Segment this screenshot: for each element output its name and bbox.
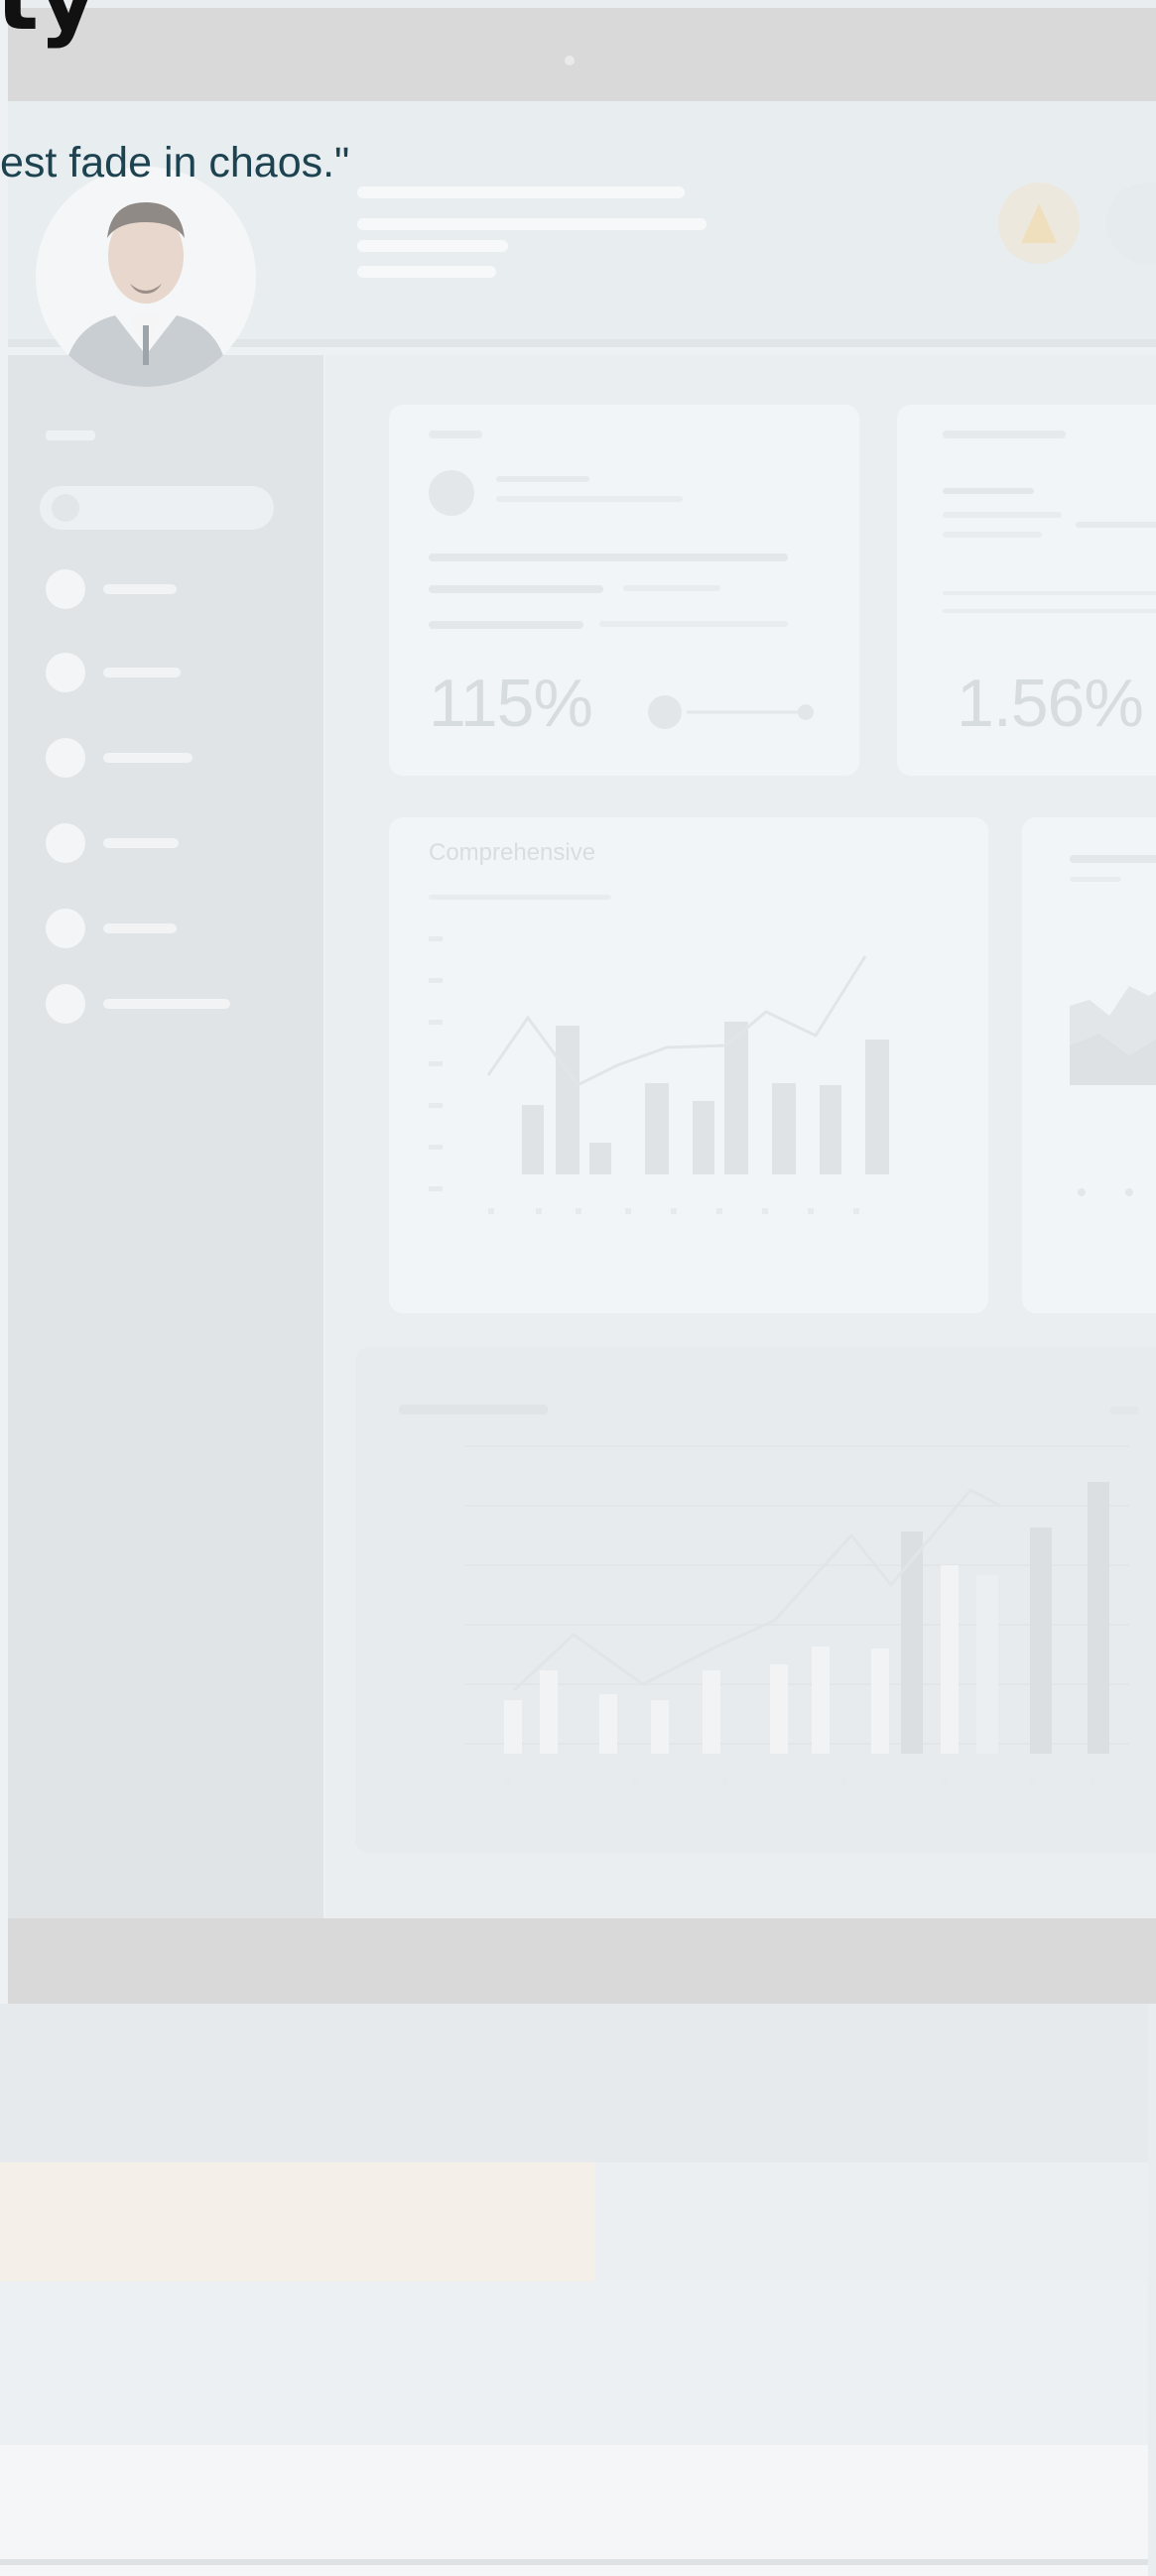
chart-bar (941, 1565, 959, 1754)
dashboard-content: 115% 1.56% Comprehensive (325, 355, 1156, 1918)
chart-card-title: Comprehensive (429, 839, 596, 866)
person-portrait-icon (65, 202, 226, 387)
chart-bar (901, 1532, 923, 1754)
area-chart-card[interactable] (1022, 817, 1156, 1313)
chart-line (486, 955, 867, 1087)
sidebar-item-dashboard[interactable] (40, 486, 274, 530)
mini-slider-icon (648, 695, 814, 729)
chart-bar (871, 1649, 889, 1754)
headline-fragment: ty (0, 0, 97, 44)
sidebar-heading (46, 430, 95, 440)
chart-bar (1088, 1482, 1109, 1754)
header-title-line (357, 186, 685, 198)
chart-bar (865, 1040, 889, 1174)
settings-icon (46, 984, 85, 1024)
users-icon (46, 823, 85, 863)
desk-cool-area (595, 2162, 1148, 2281)
chart-bar (599, 1694, 617, 1754)
sidebar (8, 355, 323, 1918)
chart-bar (556, 1026, 579, 1174)
header-subtitle-line (357, 218, 706, 230)
header-meta-line (357, 240, 508, 252)
chart-bar (540, 1670, 558, 1754)
chart-bar (693, 1101, 714, 1174)
chart-line (512, 1488, 1001, 1692)
desk-warm-light (0, 2162, 595, 2281)
chart-bar (504, 1700, 522, 1754)
monitor-bottom-bezel (8, 1918, 1156, 2004)
screenshot-stage: 115% 1.56% Comprehensive est fade in cha… (0, 0, 1156, 2576)
reports-icon (46, 738, 85, 778)
sidebar-item-reports[interactable] (46, 736, 193, 780)
analytics-icon (46, 653, 85, 692)
kpi-value-2: 1.56% (957, 666, 1144, 741)
chart-bar (589, 1143, 611, 1174)
quote-fragment: est fade in chaos." (0, 139, 350, 186)
chart-bar (651, 1700, 669, 1754)
header-meta-line-2 (357, 266, 496, 278)
webcam-icon (565, 56, 575, 65)
chart-bar (1030, 1528, 1052, 1754)
dashboard-icon (52, 494, 79, 522)
sidebar-item-messages[interactable] (46, 907, 177, 950)
kpi-value-1: 115% (429, 666, 593, 741)
chart-bar (770, 1664, 788, 1754)
wide-chart-panel[interactable] (355, 1347, 1156, 1853)
chart-bar (703, 1670, 720, 1754)
chart-bar (645, 1083, 669, 1174)
profile-menu-icon[interactable] (1106, 183, 1156, 264)
keyboard (0, 2445, 1148, 2576)
sidebar-item-home[interactable] (46, 567, 177, 611)
home-icon (46, 569, 85, 609)
kpi-icon (429, 470, 474, 516)
kpi-card-1[interactable]: 115% (389, 405, 859, 776)
sidebar-item-analytics[interactable] (46, 651, 181, 694)
area-chart (1070, 986, 1156, 1085)
desk-surface (0, 2281, 1148, 2445)
chart-bar (522, 1105, 544, 1174)
chart-bar (976, 1575, 998, 1754)
combo-chart (429, 936, 889, 1214)
kpi-card-2[interactable]: 1.56% (897, 405, 1156, 776)
keyboard-edge (0, 2559, 1148, 2565)
chart-bar (812, 1647, 830, 1754)
sidebar-item-settings[interactable] (46, 982, 230, 1026)
messages-icon (46, 909, 85, 948)
monitor-top-bezel (8, 8, 1156, 101)
chart-card[interactable]: Comprehensive (389, 817, 988, 1313)
notification-badge-icon[interactable] (998, 183, 1080, 264)
avatar (36, 167, 256, 387)
chart-bar (772, 1083, 796, 1174)
sidebar-item-users[interactable] (46, 821, 179, 865)
desk-wall (0, 2004, 1148, 2162)
wide-combo-chart (464, 1445, 1129, 1787)
chart-bar (820, 1085, 841, 1174)
